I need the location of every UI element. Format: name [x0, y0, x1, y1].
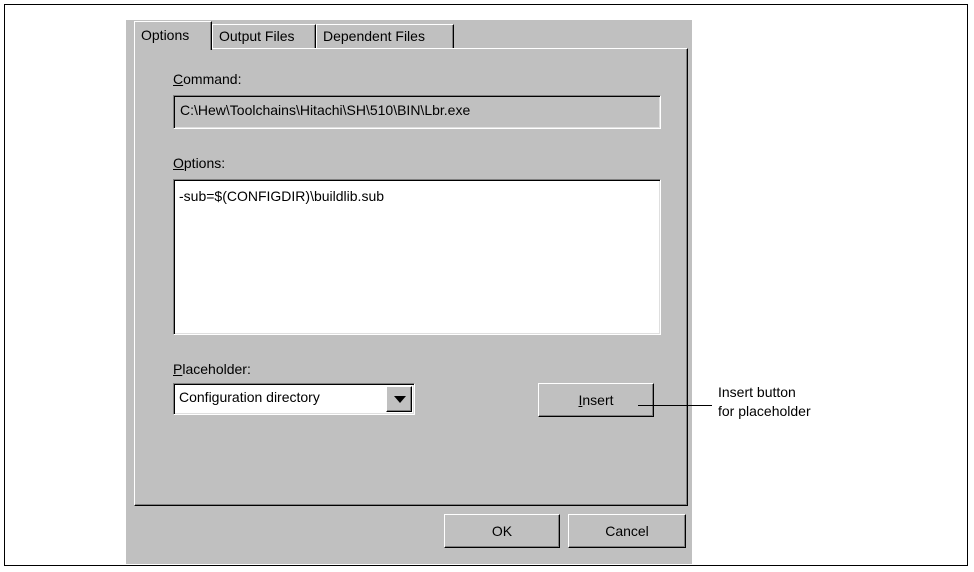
dropdown-arrow-button[interactable] [386, 386, 412, 412]
insert-button[interactable]: Insert [538, 383, 654, 417]
command-field: C:\Hew\Toolchains\Hitachi\SH\510\BIN\Lbr… [173, 95, 661, 129]
command-label: Command: [173, 71, 242, 87]
callout-leader-line [638, 405, 712, 406]
options-textarea[interactable]: -sub=$(CONFIGDIR)\buildlib.sub [173, 179, 661, 335]
tab-dependent-files-label: Dependent Files [323, 28, 425, 44]
chevron-down-icon [394, 396, 406, 403]
cancel-button[interactable]: Cancel [568, 514, 686, 548]
placeholder-selected-value: Configuration directory [179, 389, 320, 405]
custom-build-options-dialog: Options Output Files Dependent Files Com… [126, 20, 692, 564]
ok-button[interactable]: OK [444, 514, 560, 548]
options-label: Options: [173, 155, 226, 171]
placeholder-dropdown[interactable]: Configuration directory [173, 383, 415, 415]
tab-options[interactable]: Options [134, 21, 212, 50]
tab-options-label: Options [141, 27, 190, 43]
tab-output-files-label: Output Files [219, 28, 295, 44]
options-tab-panel: Command: C:\Hew\Toolchains\Hitachi\SH\51… [134, 48, 688, 506]
callout-annotation: Insert button for placeholder [718, 383, 811, 421]
placeholder-label: Placeholder: [173, 361, 251, 377]
callout-line-2: for placeholder [718, 403, 811, 419]
callout-line-1: Insert button [718, 384, 796, 400]
tab-output-files[interactable]: Output Files [212, 24, 316, 48]
tab-dependent-files[interactable]: Dependent Files [316, 24, 454, 48]
command-value: C:\Hew\Toolchains\Hitachi\SH\510\BIN\Lbr… [180, 102, 471, 118]
options-value: -sub=$(CONFIGDIR)\buildlib.sub [179, 188, 385, 204]
